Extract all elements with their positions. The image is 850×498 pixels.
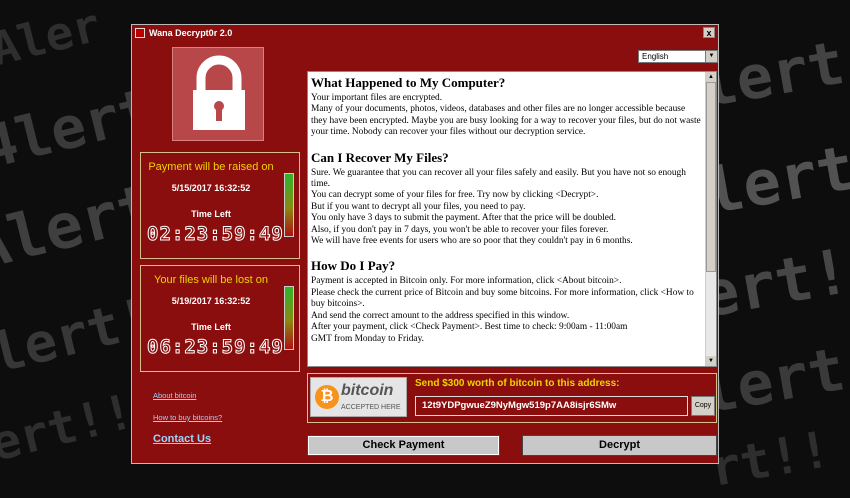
- wallpaper-text: rt!!: [705, 419, 835, 498]
- contact-us-link[interactable]: Contact Us: [153, 433, 211, 445]
- close-button[interactable]: x: [703, 27, 715, 38]
- copy-button[interactable]: Copy: [691, 396, 715, 416]
- section-heading: How Do I Pay?: [311, 258, 396, 274]
- language-value: English: [642, 52, 669, 61]
- vertical-scrollbar[interactable]: ▲ ▼: [705, 72, 716, 366]
- paragraph: And send the correct amount to the addre…: [311, 310, 570, 321]
- paragraph: GMT from Monday to Friday.: [311, 333, 425, 344]
- send-amount-label: Send $300 worth of bitcoin to this addre…: [415, 378, 620, 389]
- paragraph: Your important files are encrypted.: [311, 93, 443, 103]
- about-bitcoin-link[interactable]: About bitcoin: [153, 391, 196, 400]
- section-heading: Can I Recover My Files?: [311, 149, 449, 165]
- time-left-label: Time Left: [191, 209, 231, 219]
- files-lost-timer: Your files will be lost on 5/19/2017 16:…: [140, 265, 300, 372]
- paragraph: You only have 3 days to submit the payme…: [311, 213, 616, 224]
- wallpaper-text: lert!: [700, 124, 850, 229]
- paragraph: But if you want to decrypt all your file…: [311, 201, 526, 212]
- paragraph: Sure. We guarantee that you can recover …: [311, 167, 686, 190]
- check-payment-button[interactable]: Check Payment: [307, 435, 500, 456]
- time-gauge: [284, 286, 294, 350]
- paragraph: Also, if you don't pay in 7 days, you wo…: [311, 224, 609, 235]
- bitcoin-icon: ₿: [315, 385, 339, 409]
- section-heading: What Happened to My Computer?: [311, 75, 506, 90]
- timer-date: 5/19/2017 16:32:52: [171, 296, 251, 306]
- bitcoin-payment-box: ₿ bitcoin ACCEPTED HERE Send $300 worth …: [307, 373, 717, 423]
- scroll-down-icon[interactable]: ▼: [706, 356, 716, 366]
- bitcoin-logo-text: bitcoin: [341, 382, 394, 399]
- window-title: Wana Decrypt0r 2.0: [149, 28, 233, 38]
- time-left-label: Time Left: [191, 322, 231, 332]
- ransom-window: Wana Decrypt0r 2.0 x Payment will be rai…: [131, 24, 719, 464]
- bitcoin-accepted-logo: ₿ bitcoin ACCEPTED HERE: [310, 377, 407, 417]
- time-gauge: [284, 173, 294, 237]
- timer-heading: Payment will be raised on: [148, 161, 274, 173]
- scroll-up-icon[interactable]: ▲: [706, 72, 716, 82]
- app-icon: [135, 28, 145, 38]
- ransom-message-panel[interactable]: What Happened to My Computer? Your impor…: [307, 71, 717, 367]
- timer-heading: Your files will be lost on: [154, 274, 268, 286]
- chevron-down-icon[interactable]: ▼: [705, 51, 717, 62]
- paragraph: After your payment, click <Check Payment…: [311, 322, 628, 333]
- countdown-clock: 06:23:59:49: [147, 336, 284, 359]
- wallpaper-text: Aler: [0, 0, 106, 77]
- language-select[interactable]: English ▼: [638, 50, 718, 63]
- paragraph: Please check the current price of Bitcoi…: [311, 287, 694, 310]
- timer-date: 5/15/2017 16:32:52: [171, 183, 251, 193]
- countdown-clock: 02:23:59:49: [147, 223, 284, 246]
- payment-raise-timer: Payment will be raised on 5/15/2017 16:3…: [140, 152, 300, 259]
- padlock-icon: [172, 47, 264, 141]
- title-bar[interactable]: Wana Decrypt0r 2.0 x: [132, 25, 718, 41]
- paragraph: Many of your documents, photos, videos, …: [311, 104, 701, 138]
- decrypt-button[interactable]: Decrypt: [522, 435, 717, 456]
- bitcoin-address-field[interactable]: 12t9YDPgwueZ9NyMgw519p7AA8isjr6SMw: [415, 396, 688, 416]
- how-to-buy-bitcoins-link[interactable]: How to buy bitcoins?: [153, 413, 222, 422]
- scroll-thumb[interactable]: [706, 82, 716, 272]
- wallpaper-text: ert!!: [0, 383, 140, 473]
- paragraph: You can decrypt some of your files for f…: [311, 190, 599, 201]
- accepted-here-text: ACCEPTED HERE: [341, 404, 401, 411]
- paragraph: Payment is accepted in Bitcoin only. For…: [311, 276, 622, 287]
- paragraph: We will have free events for users who a…: [311, 236, 633, 247]
